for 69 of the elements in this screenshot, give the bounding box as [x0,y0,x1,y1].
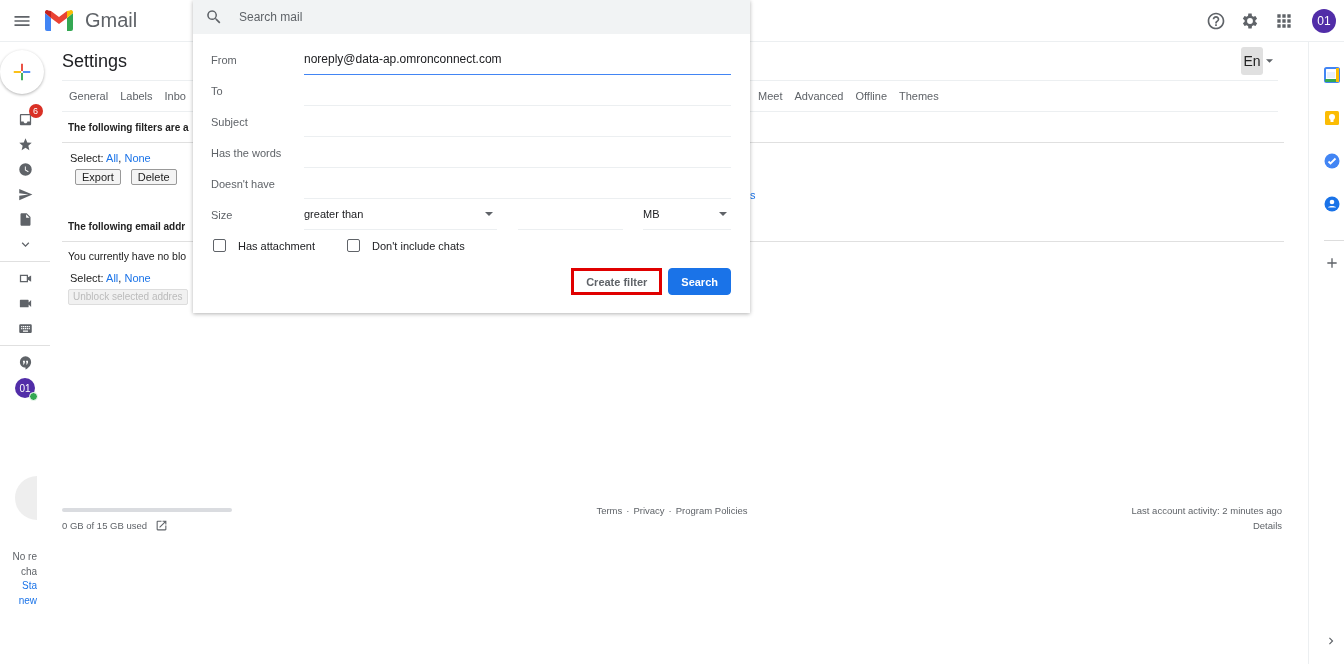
select-line: Select: All, None [70,152,151,165]
field-label: Has the words [211,146,283,159]
help-icon[interactable] [1206,10,1226,31]
section-heading: The following email addr [68,221,186,232]
checkbox[interactable] [213,239,226,252]
settings-tab[interactable]: Offline [855,90,887,102]
checkmark-icon[interactable] [1324,152,1340,169]
create-filter-button[interactable]: Create filter [571,268,663,295]
language-button[interactable]: En [1241,47,1263,75]
footer-link[interactable]: Privacy [633,505,665,516]
storage-text: 0 GB of 15 GB used [62,520,148,531]
plus-icon [11,61,33,83]
star-icon[interactable] [17,137,33,152]
send-icon[interactable] [17,187,33,202]
separator-dot: · [626,505,630,516]
account-avatar[interactable]: 01 [15,378,35,398]
calendar-icon[interactable] [1324,66,1340,83]
text-field[interactable]: noreply@data-ap.omronconnect.com [304,44,731,75]
section-heading: The following filters are a [68,122,189,133]
checkbox[interactable] [347,239,361,252]
chat-link[interactable]: new [18,593,37,608]
settings-tab[interactable]: Advanced [794,90,844,102]
field-label: To [211,84,224,97]
footer-link[interactable]: Program Policies [675,505,748,516]
search-icon[interactable] [205,8,223,26]
chat-text: cha [20,564,37,579]
settings-tab[interactable]: Inbo [164,90,186,102]
field-label: Size [211,208,234,221]
action-button[interactable]: Delete [130,169,177,185]
comparison-dropdown[interactable]: greater than [304,199,497,230]
checkbox-label: Has attachment [238,239,316,252]
caret-icon [485,212,493,216]
select-none-link[interactable]: None [124,272,151,284]
activity-text: Last account activity: 2 minutes ago [1131,505,1282,516]
details-link[interactable]: Details [1252,520,1282,531]
footer-link[interactable]: Terms [596,505,623,516]
caret-icon [719,212,727,216]
field-label: Doesn't have [211,177,276,190]
page-title: Settings [62,50,128,72]
settings-tab[interactable]: Labels [120,90,153,102]
settings-tab[interactable]: Meet [758,90,783,102]
action-button[interactable]: Export [75,169,121,185]
filters-link[interactable]: s [750,189,1278,201]
unit-dropdown[interactable]: MB [643,199,731,230]
select-line: Select: All, None [70,272,151,285]
separator-dot: · [668,505,672,516]
search-bar[interactable]: Search mail [193,0,750,34]
unread-badge: 6 [28,104,43,118]
select-none-link[interactable]: None [124,152,151,164]
clock-icon[interactable] [17,162,33,177]
add-icon[interactable] [1324,255,1340,271]
person-icon[interactable] [1324,195,1340,212]
checkbox-label: Don't include chats [372,239,465,252]
external-link-icon[interactable] [155,519,169,532]
inbox-icon[interactable] [17,112,33,127]
account-avatar[interactable]: 01 [1312,8,1336,33]
settings-tab[interactable]: General [69,90,109,102]
gmail-logo-icon[interactable] [45,10,73,31]
field-label: From [211,53,238,66]
chat-text: No re [12,550,37,564]
search-button[interactable]: Search [668,268,731,295]
chat-link[interactable]: Sta [22,579,37,594]
settings-tab[interactable]: Themes [899,90,939,102]
info-text: You currently have no blo [68,250,187,262]
app-name: Gmail [85,9,138,32]
search-field[interactable]: Search mail [237,9,641,25]
keyboard-icon[interactable] [17,321,33,336]
field-label: Subject [211,115,249,128]
caret-icon[interactable] [1266,59,1273,63]
